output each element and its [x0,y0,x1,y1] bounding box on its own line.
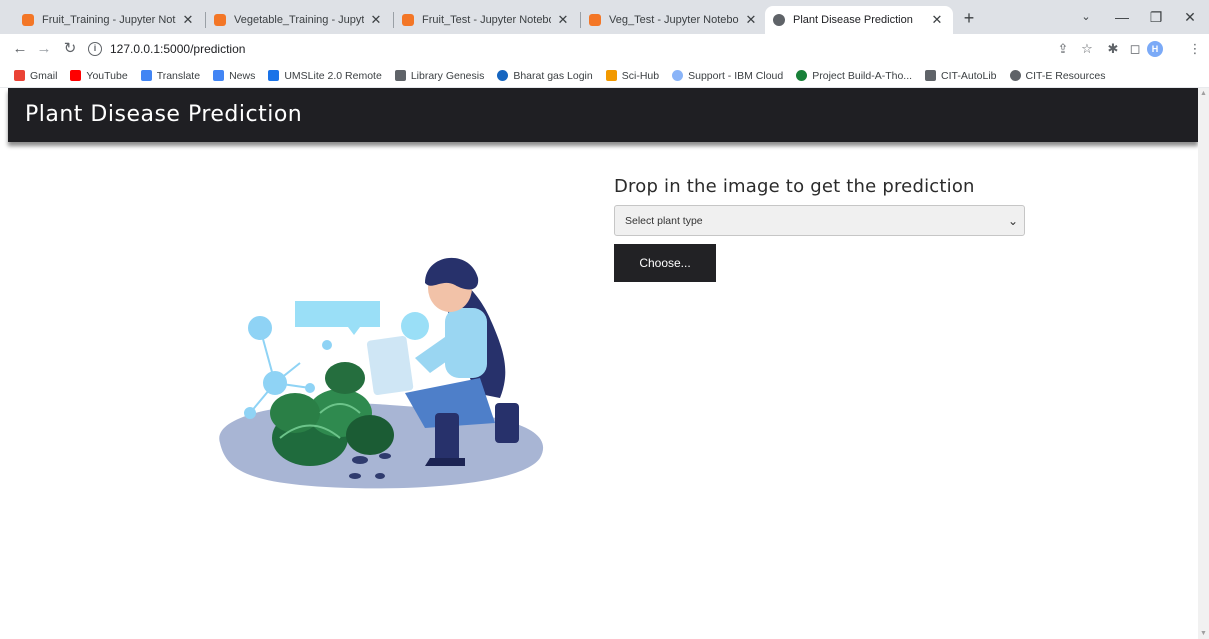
tab-plant-disease-prediction[interactable]: Plant Disease Prediction ✕ [765,6,953,34]
form-heading: Drop in the image to get the prediction [614,176,975,197]
bookmark-translate[interactable]: Translate [140,69,201,82]
tab-search-icon[interactable]: ⌄ [1068,6,1104,28]
profile-avatar[interactable]: H [1147,41,1163,57]
reload-icon[interactable]: ↻ [60,39,80,59]
page-scrollbar[interactable]: ▲ ▼ [1198,88,1209,639]
chat-bubble [295,301,380,335]
close-window-icon[interactable]: ✕ [1172,6,1208,28]
ums-icon [268,70,280,81]
autolib-icon [925,70,937,81]
bookmark-label: Sci-Hub [621,69,660,82]
globe-icon [1009,70,1021,81]
ground-stone [379,453,391,459]
ground-stone [349,473,361,479]
tab-strip: Fruit_Training - Jupyter Notebook ✕ Vege… [0,0,1209,34]
url-text: 127.0.0.1:5000/prediction [110,42,246,56]
minimize-icon[interactable]: — [1104,6,1140,28]
bookmark-news[interactable]: News [213,70,255,82]
news-icon [213,70,225,81]
tab-title: Vegetable_Training - Jupyter Notebook [234,14,364,26]
bookmark-label: CIT-AutoLib [941,69,997,82]
bookmark-ibm-cloud[interactable]: Support - IBM Cloud [672,70,783,82]
bookmark-star-icon[interactable]: ☆ [1078,40,1096,58]
cloud-icon [672,70,684,81]
menu-icon[interactable]: ⋮ [1186,40,1204,58]
bookmark-cit-autolib[interactable]: CIT-AutoLib [925,69,997,82]
tab-vegetable-training[interactable]: Vegetable_Training - Jupyter Notebook ✕ [206,6,392,34]
scroll-up-icon[interactable]: ▲ [1200,90,1207,97]
tab-title: Plant Disease Prediction [793,14,913,26]
chat-bubble-round [401,312,429,340]
restore-icon[interactable]: ❐ [1138,6,1174,28]
back-icon[interactable]: ← [10,39,30,59]
bookmark-library-genesis[interactable]: Library Genesis [394,69,485,82]
jupyter-icon [22,14,34,26]
jupyter-icon [589,14,601,26]
tab-title: Fruit_Training - Jupyter Notebook [42,14,176,26]
close-icon[interactable]: ✕ [929,12,945,28]
bookmark-project-build[interactable]: Project Build-A-Tho... [796,70,912,82]
bookmark-label: Library Genesis [410,69,485,82]
jupyter-icon [214,14,226,26]
choose-file-button[interactable]: Choose... [614,244,716,282]
close-icon[interactable]: ✕ [555,12,571,28]
tab-title: Fruit_Test - Jupyter Notebook [422,14,551,26]
site-header: Plant Disease Prediction [8,88,1198,142]
bookmark-scihub[interactable]: Sci-Hub [605,69,660,82]
bookmark-gmail[interactable]: Gmail [14,70,57,82]
tab-veg-test[interactable]: Veg_Test - Jupyter Notebook ✕ [581,6,767,34]
tab-fruit-test[interactable]: Fruit_Test - Jupyter Notebook ✕ [394,6,579,34]
extensions-icon[interactable]: ✱ [1104,40,1122,58]
youtube-icon [70,70,82,81]
chevron-down-icon: ⌄ [1007,213,1018,228]
tab-fruit-training[interactable]: Fruit_Training - Jupyter Notebook ✕ [14,6,204,34]
bookmark-label: Support - IBM Cloud [688,69,784,82]
bookmark-label: Project Build-A-Tho... [812,69,913,82]
bookmark-label: News [229,69,256,82]
close-icon[interactable]: ✕ [743,12,759,28]
bookmark-label: UMSLite 2.0 Remote [284,69,382,82]
translate-icon [140,70,152,81]
bookmark-label: Translate [156,69,201,82]
select-value: Select plant type [625,214,703,227]
page-title: Plant Disease Prediction [25,102,303,127]
bookmark-youtube[interactable]: YouTube [70,69,128,82]
jupyter-icon [402,14,414,26]
new-tab-button[interactable]: + [958,8,980,30]
bookmark-label: CIT-E Resources [1025,69,1106,82]
ground-stone [352,456,368,464]
side-panel-icon[interactable]: ◻ [1126,40,1144,58]
forward-icon[interactable]: → [34,39,54,59]
plant-illustration [219,257,544,489]
bookmark-bharat-gas[interactable]: Bharat gas Login [497,69,593,82]
globe-icon [773,14,785,26]
scihub-icon [605,70,617,81]
browser-toolbar: ← → ↻ i 127.0.0.1:5000/prediction ⇪ ☆ ✱ … [0,34,1209,64]
prediction-form: Drop in the image to get the prediction … [614,176,1025,282]
share-icon[interactable]: ⇪ [1054,40,1072,58]
bookmark-cit-e-resources[interactable]: CIT-E Resources [1009,69,1106,82]
info-icon[interactable]: i [88,42,102,56]
scroll-down-icon[interactable]: ▼ [1200,630,1207,637]
library-icon [394,70,406,81]
tab-title: Veg_Test - Jupyter Notebook [609,14,739,26]
address-bar[interactable]: i 127.0.0.1:5000/prediction [88,38,1088,60]
bookmark-label: YouTube [86,69,128,82]
close-icon[interactable]: ✕ [368,12,384,28]
bookmark-umslite[interactable]: UMSLite 2.0 Remote [268,69,382,82]
plant-type-select[interactable]: Select plant type ⌄ [614,205,1025,236]
ground-stone [375,473,385,479]
page-content: Plant Disease Prediction Drop in the ima… [0,88,1198,639]
bookmark-label: Gmail [30,69,58,82]
close-icon[interactable]: ✕ [180,12,196,28]
bookmark-label: Bharat gas Login [513,69,593,82]
gmail-icon [14,70,25,81]
project-icon [796,70,808,81]
bookmarks-bar: Gmail YouTube Translate News UMSLite 2.0… [0,64,1209,88]
bharatgas-icon [497,70,509,81]
